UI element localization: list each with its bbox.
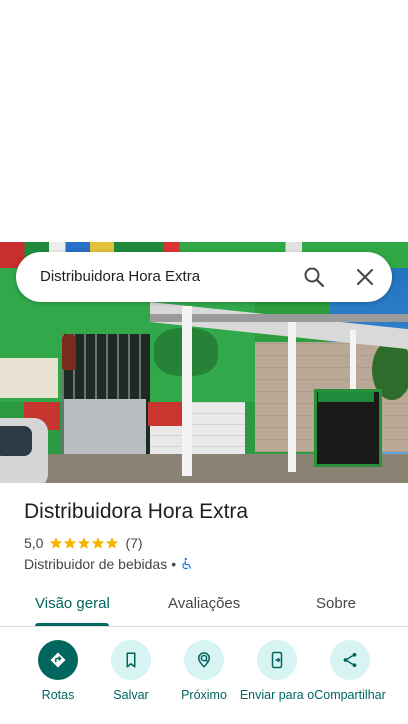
share-button[interactable]: Compartilhar — [310, 640, 390, 702]
tab-bar: Visão geral Avaliações Sobre — [0, 584, 408, 627]
place-title: Distribuidora Hora Extra — [24, 500, 249, 523]
search-icon[interactable] — [302, 265, 326, 289]
review-count[interactable]: (7) — [125, 535, 142, 551]
star-icon — [64, 537, 77, 549]
nearby-button[interactable]: Próximo — [164, 640, 244, 702]
send-to-phone-label: Enviar para o — [239, 688, 315, 702]
active-tab-indicator — [35, 623, 109, 626]
search-input[interactable]: Distribuidora Hora Extra — [40, 268, 200, 285]
star-icon — [78, 537, 91, 549]
star-icon — [106, 537, 119, 549]
wheelchair-accessible-icon — [182, 557, 192, 570]
send-to-phone-button[interactable]: Enviar para o — [237, 640, 317, 702]
save-label: Salvar — [113, 688, 149, 702]
directions-icon — [50, 652, 66, 668]
directions-label: Rotas — [41, 688, 75, 702]
category-row: Distribuidor de bebidas • — [24, 556, 194, 572]
map-blank-area — [0, 0, 408, 242]
star-icon — [92, 537, 105, 549]
rating-value: 5,0 — [24, 535, 44, 551]
tab-reviews[interactable]: Avaliações — [168, 595, 240, 612]
save-button[interactable]: Salvar — [91, 640, 171, 702]
bookmark-icon — [126, 652, 136, 668]
directions-button[interactable]: Rotas — [18, 640, 98, 702]
star-rating — [49, 536, 119, 550]
rating-row[interactable]: 5,0 (7) — [24, 535, 143, 551]
share-icon — [343, 652, 357, 668]
share-label: Compartilhar — [314, 688, 386, 702]
nearby-icon — [197, 652, 211, 668]
category-label: Distribuidor de bebidas — [24, 556, 168, 572]
tab-overview[interactable]: Visão geral — [35, 595, 110, 612]
close-icon[interactable] — [353, 265, 377, 289]
tab-about[interactable]: Sobre — [316, 595, 356, 612]
nearby-label: Próximo — [181, 688, 227, 702]
star-icon — [50, 537, 63, 549]
search-bar[interactable]: Distribuidora Hora Extra — [16, 252, 392, 302]
send-to-phone-icon — [271, 651, 283, 669]
separator: • — [171, 556, 177, 572]
